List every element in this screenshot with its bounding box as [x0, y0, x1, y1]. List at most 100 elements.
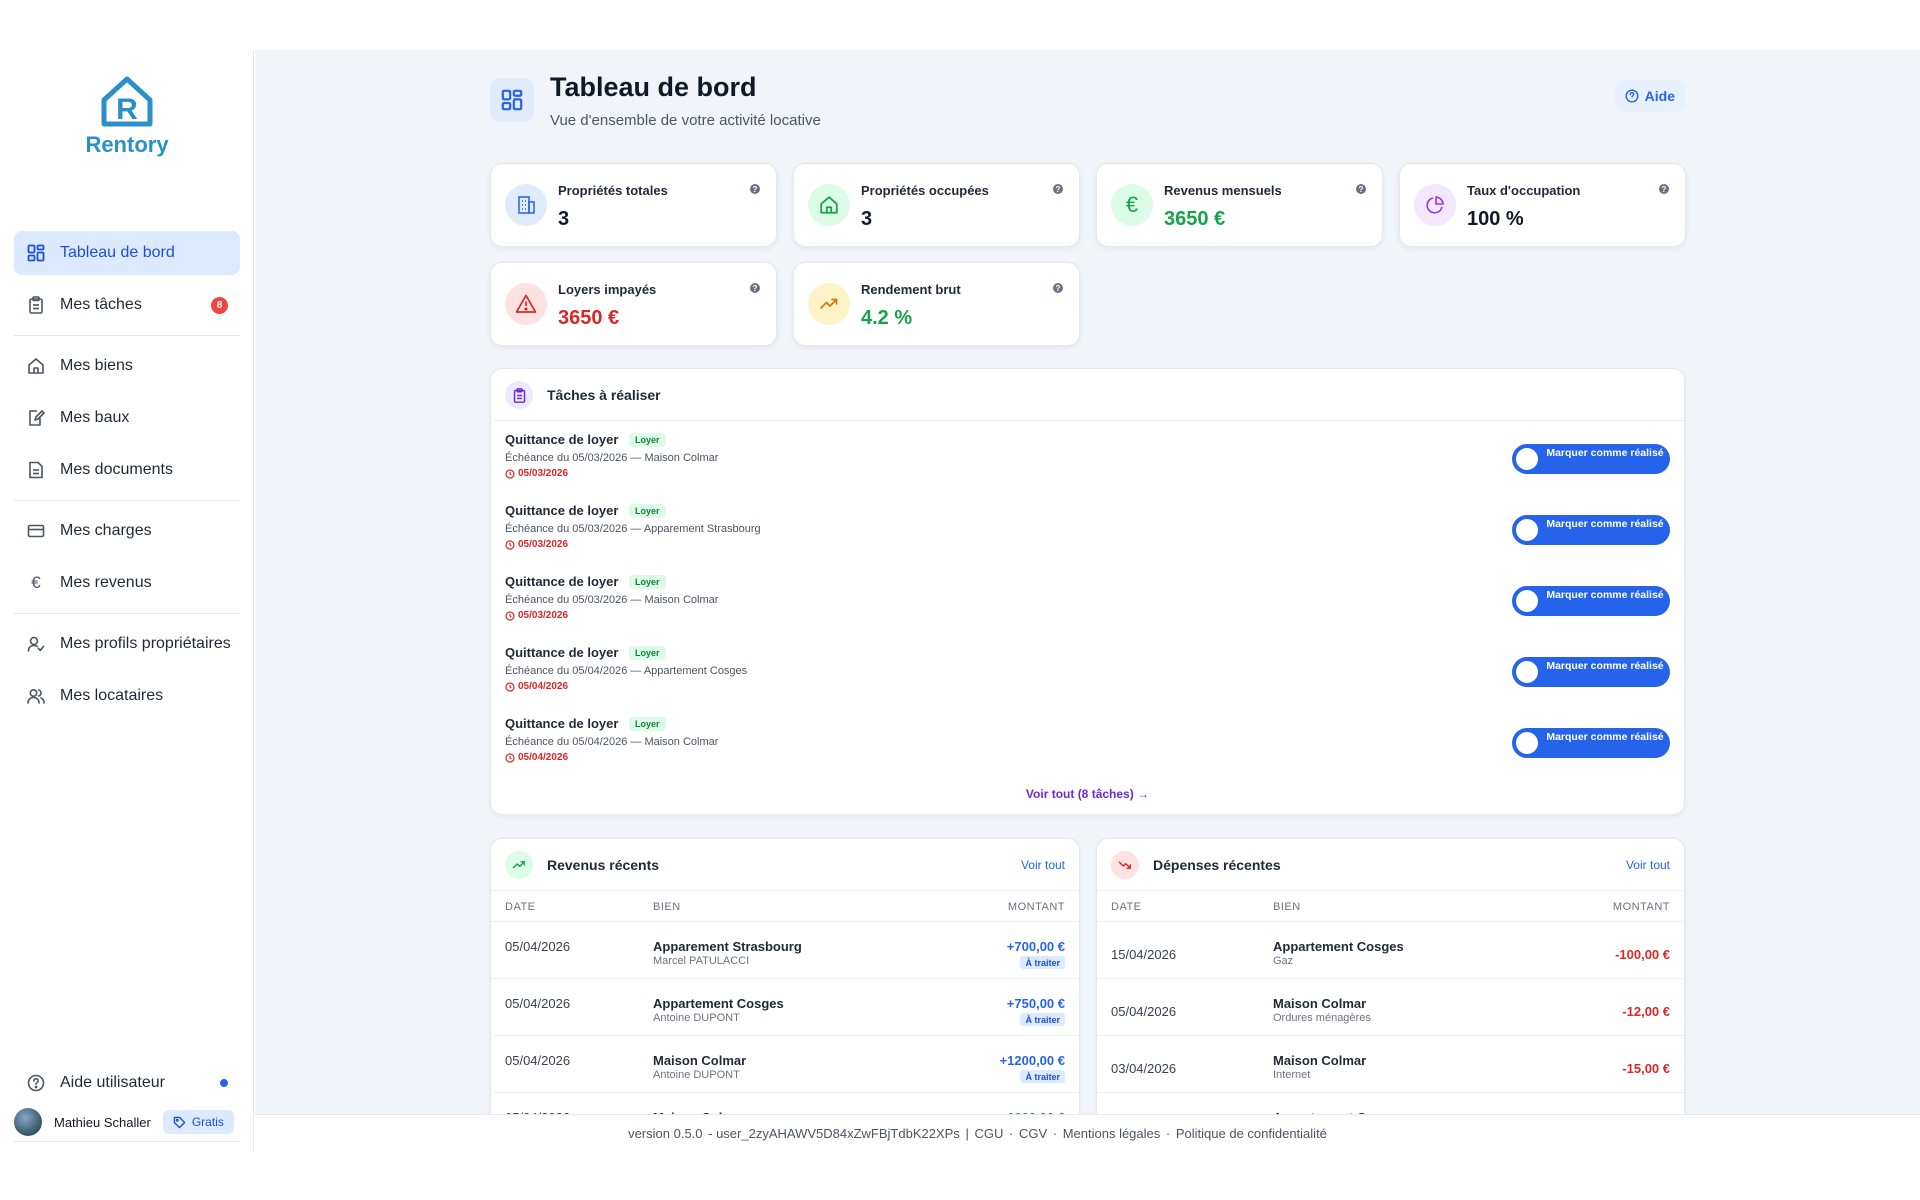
- sidebar-item-label: Mes locataires: [60, 687, 164, 704]
- sidebar-item-mes-profils-proprietaires[interactable]: Mes profils propriétaires: [14, 622, 240, 666]
- cell-bien: Appartement Cosges: [1273, 939, 1404, 954]
- task-tag: Loyer: [629, 646, 666, 660]
- tasks-panel-header: Tâches à réaliser: [491, 369, 1684, 421]
- revenues-see-all-link[interactable]: Voir tout: [1021, 858, 1065, 872]
- footer-separator: |: [965, 1126, 969, 1141]
- user-check-icon: [26, 634, 46, 654]
- toggle-label: Marquer comme réalisé: [1546, 589, 1664, 601]
- footer-link-politique-confidentialite[interactable]: Politique de confidentialité: [1176, 1126, 1327, 1141]
- table-row[interactable]: 15/04/2026 Appartement Cosges Gaz -100,0…: [1097, 922, 1684, 979]
- task-item: Quittance de loyer Loyer Échéance du 05/…: [505, 645, 1670, 705]
- arrow-right-icon: →: [1137, 787, 1150, 801]
- sidebar-item-aide-utilisateur[interactable]: Aide utilisateur: [14, 1061, 240, 1105]
- mark-done-toggle[interactable]: Marquer comme réalisé: [1512, 586, 1670, 616]
- sidebar-item-mes-baux[interactable]: Mes baux: [14, 396, 240, 440]
- sidebar-item-mes-taches[interactable]: Mes tâches 8: [14, 283, 240, 327]
- page-subtitle: Vue d'ensemble de votre activité locativ…: [550, 112, 821, 129]
- sidebar-item-mes-revenus[interactable]: € Mes revenus: [14, 561, 240, 605]
- table-row[interactable]: 03/04/2026 Maison Colmar Internet -15,00…: [1097, 1036, 1684, 1093]
- sidebar-item-tableau-de-bord[interactable]: Tableau de bord: [14, 231, 240, 275]
- grid-icon: [26, 243, 46, 263]
- footer: version 0.5.0 - user_2zyAHAWV5D84xZwFBjT…: [255, 1114, 1920, 1152]
- cell-tenant: Antoine DUPONT: [653, 1012, 740, 1024]
- plan-badge[interactable]: Gratis: [162, 1110, 234, 1134]
- clock-icon: [505, 539, 515, 550]
- help-button[interactable]: Aide: [1614, 80, 1685, 112]
- task-tag: Loyer: [629, 717, 666, 731]
- cell-date: 15/04/2026: [1111, 947, 1177, 962]
- cell-amount: -15,00 €: [1622, 1061, 1670, 1076]
- nav-divider: [14, 335, 240, 336]
- user-profile[interactable]: Mathieu Schaller Gratis: [14, 1102, 240, 1142]
- task-item: Quittance de loyer Loyer Échéance du 05/…: [505, 574, 1670, 634]
- tag-icon: [173, 1116, 186, 1128]
- stat-label: Revenus mensuels: [1164, 183, 1282, 198]
- expenses-panel: Dépenses récentes Voir tout DATE BIEN MO…: [1096, 838, 1685, 1128]
- sidebar-item-label: Aide utilisateur: [60, 1074, 165, 1091]
- sidebar-item-label: Mes baux: [60, 409, 130, 426]
- info-icon[interactable]: ?: [750, 184, 760, 194]
- cell-category: Internet: [1273, 1069, 1311, 1081]
- trending-down-icon: [1111, 851, 1139, 879]
- see-all-tasks-label: Voir tout (8 tâches): [1025, 787, 1134, 801]
- mark-done-toggle[interactable]: Marquer comme réalisé: [1512, 515, 1670, 545]
- notification-dot: [220, 1079, 228, 1087]
- sidebar-item-mes-charges[interactable]: Mes charges: [14, 509, 240, 553]
- cell-bien: Maison Colmar: [1273, 1053, 1367, 1068]
- cell-bien: Maison Colmar: [653, 1053, 747, 1068]
- task-title: Quittance de loyer: [505, 432, 619, 447]
- sidebar-item-label: Tableau de bord: [60, 244, 175, 261]
- clipboard-icon: [26, 295, 46, 315]
- toggle-label: Marquer comme réalisé: [1546, 660, 1664, 672]
- page-title: Tableau de bord: [550, 72, 757, 102]
- info-icon[interactable]: ?: [1356, 184, 1366, 194]
- info-icon[interactable]: ?: [750, 283, 760, 293]
- task-due-date: 05/03/2026: [505, 539, 568, 550]
- expenses-see-all-link[interactable]: Voir tout: [1626, 858, 1670, 872]
- see-all-tasks-link[interactable]: Voir tout (8 tâches) →: [491, 787, 1684, 801]
- mark-done-toggle[interactable]: Marquer comme réalisé: [1512, 444, 1670, 474]
- mark-done-toggle[interactable]: Marquer comme réalisé: [1512, 728, 1670, 758]
- user-id: - user_2zyAHAWV5D84xZwFBjTdbK22XPs: [708, 1126, 960, 1141]
- task-item: Quittance de loyer Loyer Échéance du 05/…: [505, 716, 1670, 776]
- toggle-label: Marquer comme réalisé: [1546, 518, 1664, 530]
- toggle-knob: [1516, 590, 1538, 612]
- footer-link-cgv[interactable]: CGV: [1019, 1126, 1047, 1141]
- status-badge: À traiter: [1020, 1070, 1065, 1083]
- table-row[interactable]: 05/04/2026 Appartement Cosges Antoine DU…: [491, 979, 1079, 1036]
- footer-link-mentions-legales[interactable]: Mentions légales: [1063, 1126, 1161, 1141]
- cell-bien: Maison Colmar: [1273, 996, 1367, 1011]
- sidebar-item-mes-locataires[interactable]: Mes locataires: [14, 674, 240, 718]
- table-row[interactable]: 05/04/2026 Maison Colmar Ordures ménagèr…: [1097, 979, 1684, 1036]
- info-icon[interactable]: ?: [1053, 184, 1063, 194]
- task-due-date: 05/03/2026: [505, 468, 568, 479]
- stat-label: Propriétés totales: [558, 183, 668, 198]
- task-title: Quittance de loyer: [505, 503, 619, 518]
- task-due-date: 05/03/2026: [505, 610, 568, 621]
- task-due-date: 05/04/2026: [505, 681, 568, 692]
- stat-label: Rendement brut: [861, 282, 961, 297]
- cell-tenant: Marcel PATULACCI: [653, 955, 750, 967]
- toggle-knob: [1516, 519, 1538, 541]
- mark-done-toggle[interactable]: Marquer comme réalisé: [1512, 657, 1670, 687]
- table-row[interactable]: 05/04/2026 Maison Colmar Antoine DUPONT …: [491, 1036, 1079, 1093]
- stat-card-loyers-impayes: Loyers impayés 3650 € ?: [490, 262, 777, 346]
- info-icon[interactable]: ?: [1659, 184, 1669, 194]
- footer-link-cgu[interactable]: CGU: [974, 1126, 1003, 1141]
- clock-icon: [505, 468, 515, 479]
- sidebar-item-mes-biens[interactable]: Mes biens: [14, 344, 240, 388]
- cell-category: Gaz: [1273, 955, 1294, 967]
- column-header-bien: BIEN: [653, 901, 681, 913]
- cell-amount: -100,00 €: [1615, 947, 1670, 962]
- task-date-text: 05/04/2026: [518, 752, 569, 763]
- help-circle-icon: [1625, 89, 1639, 103]
- sidebar-item-mes-documents[interactable]: Mes documents: [14, 448, 240, 492]
- info-icon[interactable]: ?: [1053, 283, 1063, 293]
- help-circle-icon: [26, 1073, 46, 1093]
- toggle-knob: [1516, 448, 1538, 470]
- task-tag: Loyer: [629, 575, 666, 589]
- app-logo[interactable]: R Rentory: [84, 74, 170, 158]
- app-name: Rentory: [85, 132, 169, 157]
- task-title: Quittance de loyer: [505, 574, 619, 589]
- table-row[interactable]: 05/04/2026 Apparement Strasbourg Marcel …: [491, 922, 1079, 979]
